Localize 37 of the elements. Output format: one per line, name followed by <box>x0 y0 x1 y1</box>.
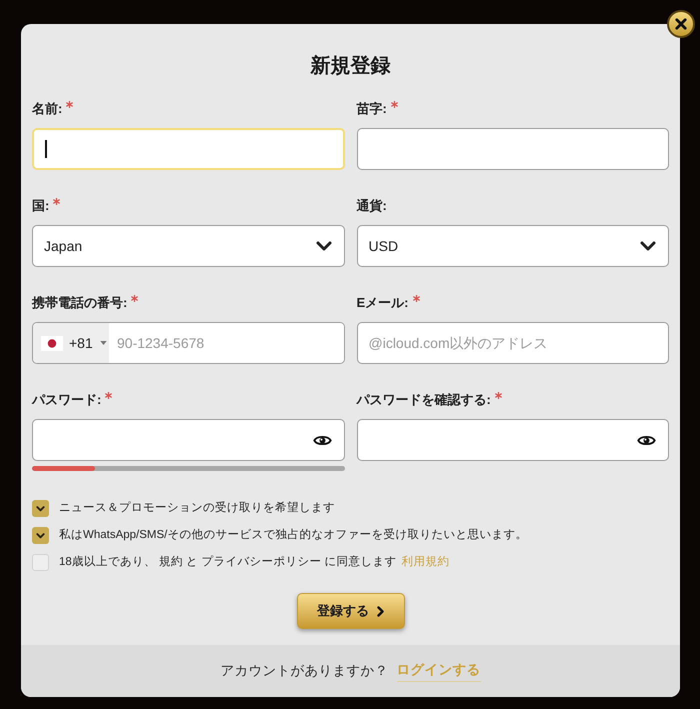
field-label: パスワード: <box>32 391 102 409</box>
chevron-right-icon <box>377 606 384 616</box>
chevron-down-icon <box>316 241 332 251</box>
checkbox-label: 18歳以上であり、 規約 と プライバシーポリシー に同意します 利用規約 <box>59 554 450 570</box>
field-label: 名前: <box>32 100 62 118</box>
footer-text: アカウントがありますか？ <box>220 662 388 680</box>
select-dropdown[interactable]: Japan <box>32 225 344 267</box>
close-icon <box>675 18 687 30</box>
country-code-dropdown[interactable]: +81 <box>33 323 109 363</box>
caret-down-icon <box>100 341 107 345</box>
close-button[interactable] <box>667 10 695 38</box>
select-dropdown[interactable]: USD <box>356 225 669 267</box>
dialog-title: 新規登録 <box>310 54 390 79</box>
flag-icon <box>41 336 63 350</box>
text-cursor <box>45 140 47 158</box>
password-input[interactable] <box>356 419 669 461</box>
checkbox[interactable] <box>32 500 49 517</box>
text-input[interactable] <box>356 128 669 170</box>
field-label: パスワードを確認する: <box>356 391 491 409</box>
checkbox-label: 私はWhatsApp/SMS/その他のサービスで独占的なオファーを受け取りたいと思います。 <box>59 527 528 543</box>
checkbox-label: ニュース＆プロモーションの受け取りを希望します <box>59 500 335 516</box>
field-label: 携帯電話の番号: <box>32 294 128 312</box>
field-label: 通貨: <box>356 197 387 215</box>
eye-icon[interactable] <box>312 434 332 446</box>
checkmark-icon <box>36 506 45 512</box>
checkbox[interactable] <box>32 527 49 544</box>
field-label: 国: <box>32 197 50 215</box>
register-button[interactable]: 登録する <box>296 593 404 629</box>
phone-field[interactable]: +81 90-1234-5678 <box>32 322 344 364</box>
checkmark-icon <box>36 532 45 538</box>
field-label: 苗字: <box>356 100 387 118</box>
checkbox[interactable] <box>32 554 49 571</box>
text-input[interactable]: @icloud.com以外のアドレス <box>356 322 669 364</box>
password-input[interactable] <box>32 419 344 461</box>
eye-icon[interactable] <box>637 434 656 446</box>
field-label: Eメール: <box>356 294 408 312</box>
chevron-down-icon <box>640 241 656 251</box>
